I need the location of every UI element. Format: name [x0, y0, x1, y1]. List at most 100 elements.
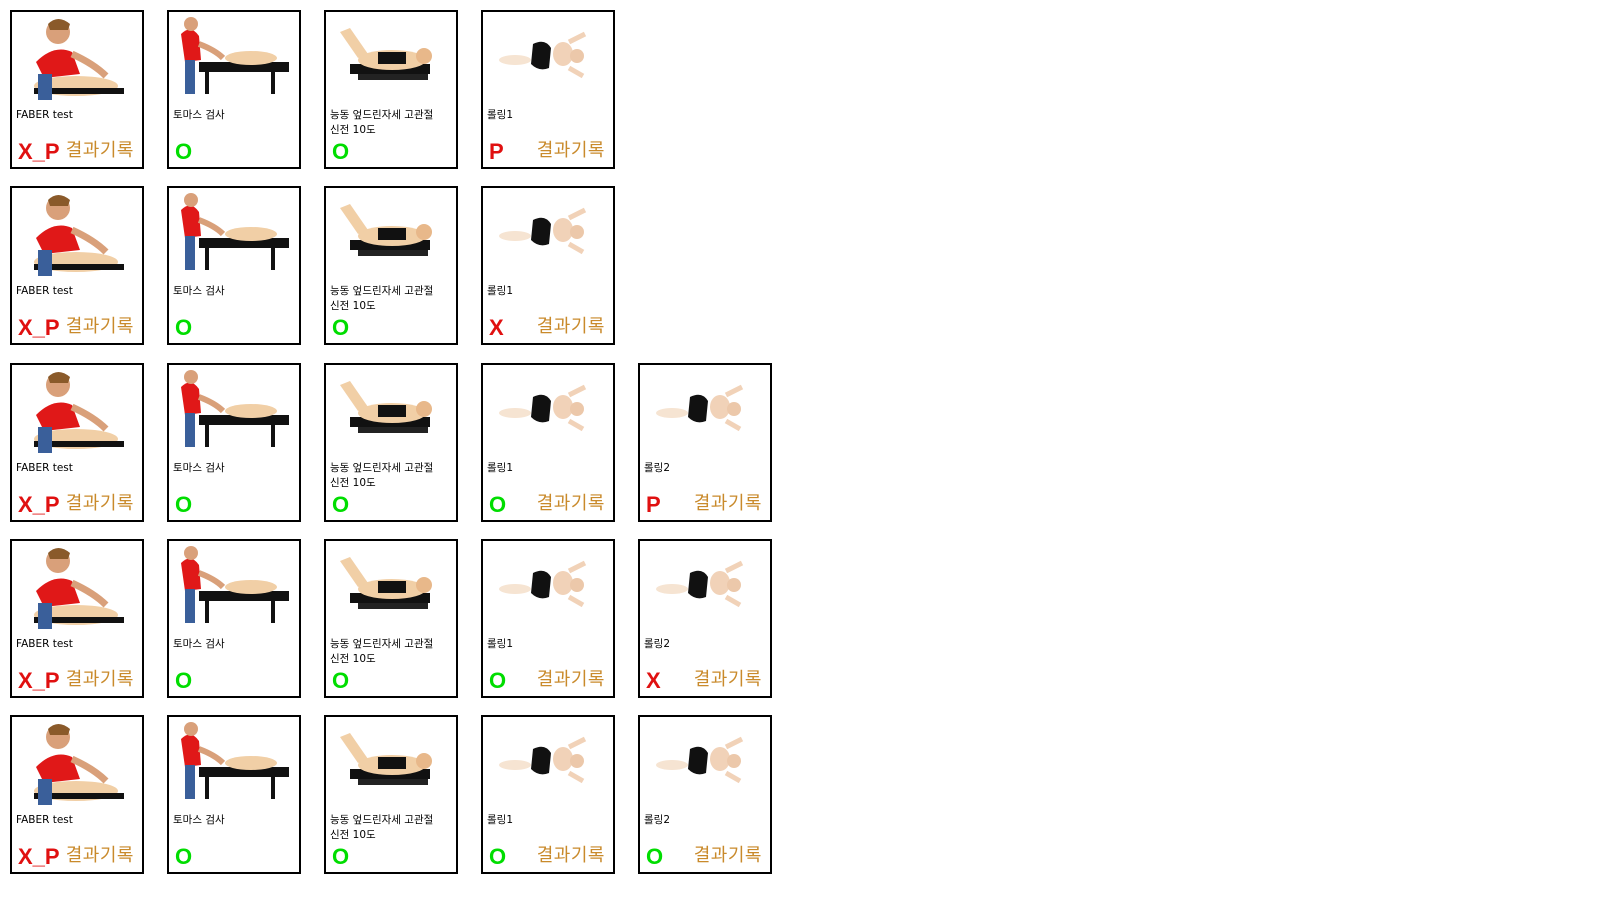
record-result-button[interactable]: 결과기록 [537, 845, 605, 867]
test-card[interactable]: 토마스 검사 O [167, 363, 301, 522]
test-card[interactable]: FABER test X_P 결과기록 [10, 186, 144, 345]
thomas-test-photo [171, 14, 297, 102]
test-name-label: FABER test [16, 109, 73, 121]
test-card[interactable]: 토마스 검사 O [167, 539, 301, 698]
test-name-label: 롤링1 [487, 285, 514, 297]
prone-hip-extension-photo [328, 14, 454, 102]
test-name-label: 롤링2 [644, 814, 671, 826]
test-card[interactable]: 능동 엎드린자세 고관절 신전 10도 O [324, 363, 458, 522]
test-card[interactable]: 롤링1 O 결과기록 [481, 539, 615, 698]
test-card[interactable]: 능동 엎드린자세 고관절 신전 10도 O [324, 715, 458, 874]
thomas-test-photo [171, 367, 297, 455]
result-mark: X_P [18, 668, 60, 693]
test-card[interactable]: 롤링1 O 결과기록 [481, 715, 615, 874]
faber-exam-photo [14, 719, 140, 807]
prone-hip-extension-photo [328, 543, 454, 631]
result-mark: X_P [18, 315, 60, 340]
test-card[interactable]: 토마스 검사 O [167, 10, 301, 169]
test-card[interactable]: 능동 엎드린자세 고관절 신전 10도 O [324, 10, 458, 169]
result-mark: O [646, 844, 664, 869]
test-card[interactable]: 롤링2 X 결과기록 [638, 539, 772, 698]
thomas-test-photo [171, 190, 297, 278]
record-result-button[interactable]: 결과기록 [66, 669, 134, 691]
result-mark: O [332, 139, 350, 164]
record-result-button[interactable]: 결과기록 [694, 669, 762, 691]
rolling-photo [485, 719, 611, 807]
result-mark: O [332, 844, 350, 869]
test-name-label: 토마스 검사 [173, 109, 225, 121]
result-mark: O [175, 844, 193, 869]
rolling-photo [485, 190, 611, 278]
test-card[interactable]: FABER test X_P 결과기록 [10, 363, 144, 522]
test-name-label: 토마스 검사 [173, 814, 225, 826]
record-result-button[interactable]: 결과기록 [694, 493, 762, 515]
rolling-photo [485, 14, 611, 102]
record-result-button[interactable]: 결과기록 [694, 845, 762, 867]
test-card[interactable]: FABER test X_P 결과기록 [10, 715, 144, 874]
test-name-label: 롤링1 [487, 109, 514, 121]
rolling-photo [642, 367, 768, 455]
test-name-label: 능동 엎드린자세 고관절 신전 10도 [330, 285, 434, 312]
rolling-photo [642, 543, 768, 631]
test-name-label: 토마스 검사 [173, 638, 225, 650]
test-card[interactable]: 롤링2 P 결과기록 [638, 363, 772, 522]
test-name-label: FABER test [16, 638, 73, 650]
result-mark: P [489, 139, 504, 164]
test-name-label: FABER test [16, 462, 73, 474]
test-name-label: FABER test [16, 285, 73, 297]
test-card[interactable]: 롤링1 O 결과기록 [481, 363, 615, 522]
test-card[interactable]: 능동 엎드린자세 고관절 신전 10도 O [324, 539, 458, 698]
test-card[interactable]: FABER test X_P 결과기록 [10, 10, 144, 169]
record-result-button[interactable]: 결과기록 [537, 493, 605, 515]
test-card[interactable]: 롤링1 X 결과기록 [481, 186, 615, 345]
test-name-label: 능동 엎드린자세 고관절 신전 10도 [330, 814, 434, 841]
record-result-button[interactable]: 결과기록 [537, 316, 605, 338]
faber-exam-photo [14, 190, 140, 278]
result-mark: O [332, 492, 350, 517]
result-mark: X [489, 315, 504, 340]
prone-hip-extension-photo [328, 190, 454, 278]
test-card[interactable]: 토마스 검사 O [167, 715, 301, 874]
test-name-label: 토마스 검사 [173, 462, 225, 474]
thomas-test-photo [171, 543, 297, 631]
test-card[interactable]: 롤링2 O 결과기록 [638, 715, 772, 874]
result-mark: O [489, 492, 507, 517]
rolling-photo [485, 543, 611, 631]
result-mark: O [332, 315, 350, 340]
record-result-button[interactable]: 결과기록 [66, 140, 134, 162]
rolling-photo [485, 367, 611, 455]
thomas-test-photo [171, 719, 297, 807]
result-mark: X_P [18, 139, 60, 164]
record-result-button[interactable]: 결과기록 [66, 845, 134, 867]
test-card[interactable]: FABER test X_P 결과기록 [10, 539, 144, 698]
test-name-label: FABER test [16, 814, 73, 826]
result-mark: O [332, 668, 350, 693]
test-card[interactable]: 롤링1 P 결과기록 [481, 10, 615, 169]
record-result-button[interactable]: 결과기록 [66, 493, 134, 515]
result-mark: X_P [18, 844, 60, 869]
result-mark: O [175, 492, 193, 517]
faber-exam-photo [14, 367, 140, 455]
test-card[interactable]: 토마스 검사 O [167, 186, 301, 345]
test-name-label: 토마스 검사 [173, 285, 225, 297]
test-name-label: 능동 엎드린자세 고관절 신전 10도 [330, 109, 434, 136]
rolling-photo [642, 719, 768, 807]
test-name-label: 롤링1 [487, 638, 514, 650]
result-mark: O [175, 315, 193, 340]
result-mark: O [489, 844, 507, 869]
result-mark: X_P [18, 492, 60, 517]
result-mark: O [175, 668, 193, 693]
test-card[interactable]: 능동 엎드린자세 고관절 신전 10도 O [324, 186, 458, 345]
faber-exam-photo [14, 543, 140, 631]
record-result-button[interactable]: 결과기록 [537, 140, 605, 162]
record-result-button[interactable]: 결과기록 [537, 669, 605, 691]
prone-hip-extension-photo [328, 719, 454, 807]
test-name-label: 롤링2 [644, 462, 671, 474]
result-mark: O [175, 139, 193, 164]
faber-exam-photo [14, 14, 140, 102]
result-mark: P [646, 492, 661, 517]
record-result-button[interactable]: 결과기록 [66, 316, 134, 338]
prone-hip-extension-photo [328, 367, 454, 455]
result-mark: O [489, 668, 507, 693]
test-name-label: 능동 엎드린자세 고관절 신전 10도 [330, 462, 434, 489]
